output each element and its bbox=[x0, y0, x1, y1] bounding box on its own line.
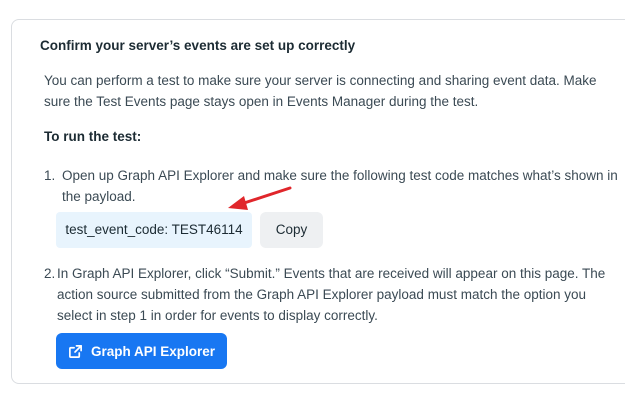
step-2-text: In Graph API Explorer, click “Submit.” E… bbox=[57, 266, 606, 323]
annotation-arrow-icon bbox=[228, 186, 292, 210]
copy-button[interactable]: Copy bbox=[260, 212, 323, 248]
step-2-number: 2. bbox=[44, 266, 56, 281]
external-link-icon bbox=[69, 344, 82, 358]
test-event-code: test_event_code: TEST46114 bbox=[56, 212, 252, 248]
card-title: Confirm your server’s events are set up … bbox=[40, 38, 356, 53]
intro-text: You can perform a test to make sure your… bbox=[44, 73, 597, 109]
step-1-text: Open up Graph API Explorer and make sure… bbox=[62, 168, 618, 204]
graph-api-explorer-button[interactable]: Graph API Explorer bbox=[56, 333, 227, 369]
graph-api-explorer-label: Graph API Explorer bbox=[90, 343, 216, 359]
run-test-heading: To run the test: bbox=[44, 129, 142, 144]
step-1-number: 1. bbox=[44, 168, 56, 183]
